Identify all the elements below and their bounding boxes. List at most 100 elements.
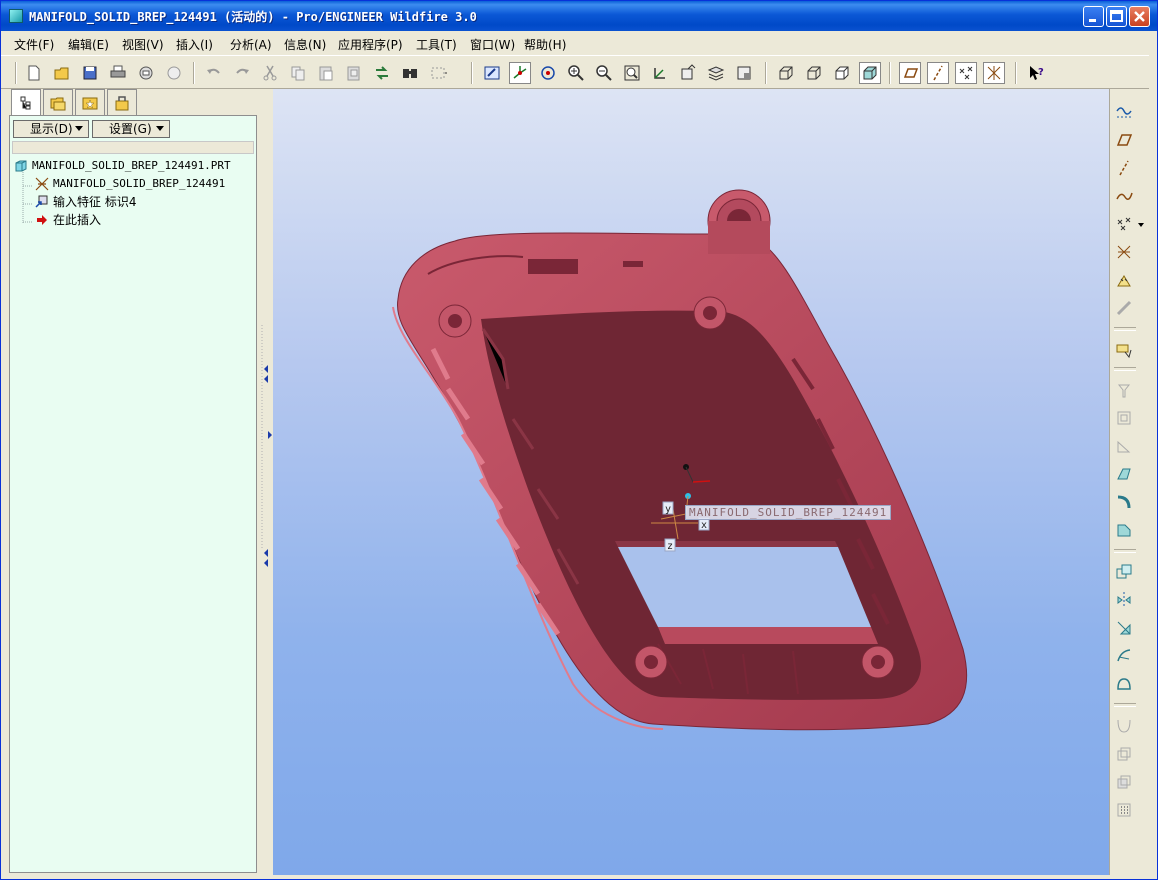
new-icon[interactable]: [23, 62, 45, 84]
merge-icon[interactable]: [1113, 617, 1135, 639]
part-icon: [15, 160, 27, 172]
tree-item-label: 输入特征 标识4: [53, 195, 137, 209]
orient-mode-icon[interactable]: [537, 62, 559, 84]
hole-icon[interactable]: [1113, 379, 1135, 401]
datum-chain-icon[interactable]: [1113, 297, 1135, 319]
open-icon[interactable]: [51, 62, 73, 84]
datum-plane-icon[interactable]: [1113, 129, 1135, 151]
main-toolbar: ?: [1, 55, 1157, 89]
menu-edit[interactable]: 编辑(E): [68, 36, 109, 53]
context-help-icon[interactable]: ?: [1025, 62, 1047, 84]
menu-window[interactable]: 窗口(W): [470, 36, 515, 53]
connections-tab[interactable]: [107, 89, 137, 115]
minimize-button[interactable]: [1083, 6, 1104, 27]
close-button[interactable]: [1129, 6, 1150, 27]
thicken-icon[interactable]: [1113, 743, 1135, 765]
tree-item-import-feature[interactable]: 输入特征 标识4: [35, 194, 137, 210]
save-icon[interactable]: [79, 62, 101, 84]
maximize-button[interactable]: [1106, 6, 1127, 27]
menu-help[interactable]: 帮助(H): [524, 36, 566, 53]
folder-browser-tab[interactable]: [43, 89, 73, 115]
extend-icon[interactable]: [1113, 673, 1135, 695]
coordinate-systems-icon[interactable]: [983, 62, 1005, 84]
settings-dropdown-label: 设置(G): [109, 122, 152, 136]
zoom-in-icon[interactable]: [565, 62, 587, 84]
datum-axis-icon[interactable]: [1113, 157, 1135, 179]
menu-file[interactable]: 文件(F): [14, 36, 54, 53]
refit-icon[interactable]: [621, 62, 643, 84]
analysis-feature-icon[interactable]: [1113, 269, 1135, 291]
chevron-down-icon: [75, 126, 83, 131]
settings-dropdown[interactable]: 设置(G): [92, 120, 170, 138]
housing-part: [392, 189, 968, 731]
paste-icon[interactable]: [315, 62, 337, 84]
offset-icon[interactable]: [1113, 715, 1135, 737]
trim-icon[interactable]: [1113, 645, 1135, 667]
pattern-icon[interactable]: [1113, 799, 1135, 821]
datum-csys-icon[interactable]: [1113, 241, 1135, 263]
minimize-icon: [1089, 19, 1096, 22]
graphics-viewport[interactable]: y x z MANIFOLD_SOLID_BREP_124491: [273, 89, 1109, 875]
chamfer-icon[interactable]: [1113, 519, 1135, 541]
chevron-down-icon[interactable]: [1137, 221, 1145, 229]
tree-item-label: 在此插入: [53, 213, 102, 227]
cut-icon[interactable]: [259, 62, 281, 84]
datum-planes-icon[interactable]: [899, 62, 921, 84]
favorites-tab[interactable]: [75, 89, 105, 115]
datum-axes-icon[interactable]: [927, 62, 949, 84]
toolbar-separator: [193, 62, 195, 84]
menu-tools[interactable]: 工具(T): [416, 36, 457, 53]
print-icon[interactable]: [107, 62, 129, 84]
datum-point-icon[interactable]: [1113, 213, 1135, 235]
shading-icon[interactable]: [859, 62, 881, 84]
select-box-icon[interactable]: [427, 62, 449, 84]
application-window: MANIFOLD_SOLID_BREP_124491 (活动的) - Pro/E…: [0, 0, 1158, 880]
paste-special-icon[interactable]: [343, 62, 365, 84]
menu-analysis[interactable]: 分析(A): [230, 36, 272, 53]
wireframe-icon[interactable]: [775, 62, 797, 84]
svg-text:?: ?: [1038, 67, 1044, 78]
repaint-icon[interactable]: [481, 62, 503, 84]
datum-points-icon[interactable]: [955, 62, 977, 84]
regenerate-icon[interactable]: [371, 62, 393, 84]
spin-center-icon[interactable]: [509, 62, 531, 84]
toolbar-separator: [889, 62, 891, 84]
redo-icon[interactable]: [231, 62, 253, 84]
window-right-edge: [1149, 31, 1157, 879]
reorient-icon[interactable]: [649, 62, 671, 84]
model-tree-tab[interactable]: [11, 89, 41, 116]
shell-icon[interactable]: [1113, 407, 1135, 429]
find-icon[interactable]: [399, 62, 421, 84]
zoom-out-icon[interactable]: [593, 62, 615, 84]
datum-curve-icon[interactable]: [1113, 185, 1135, 207]
menu-insert[interactable]: 插入(I): [176, 36, 213, 53]
undo-icon[interactable]: [203, 62, 225, 84]
view-manager-icon[interactable]: [733, 62, 755, 84]
menu-info[interactable]: 信息(N): [284, 36, 326, 53]
toolbar-separator: [1114, 703, 1136, 707]
panel-sash[interactable]: [259, 89, 273, 875]
tree-item-insert-here[interactable]: 在此插入: [37, 212, 102, 228]
annotation-icon[interactable]: [1113, 339, 1135, 361]
layers-icon[interactable]: [705, 62, 727, 84]
draft-icon[interactable]: [1113, 463, 1135, 485]
menu-view[interactable]: 视图(V): [122, 36, 164, 53]
copy-icon[interactable]: [1113, 561, 1135, 583]
tree-item-label: MANIFOLD_SOLID_BREP_124491.PRT: [32, 159, 231, 172]
send-link-icon[interactable]: [163, 62, 185, 84]
copy-icon[interactable]: [287, 62, 309, 84]
no-hidden-icon[interactable]: [831, 62, 853, 84]
menu-applications[interactable]: 应用程序(P): [338, 36, 403, 53]
sketched-curve-icon[interactable]: [1113, 101, 1135, 123]
sash-arrows-icon: [261, 325, 272, 567]
tree-item-csys[interactable]: MANIFOLD_SOLID_BREP_124491: [35, 176, 225, 192]
round-icon[interactable]: [1113, 491, 1135, 513]
solidify-icon[interactable]: [1113, 771, 1135, 793]
tree-item-part[interactable]: MANIFOLD_SOLID_BREP_124491.PRT: [15, 158, 231, 174]
hidden-line-icon[interactable]: [803, 62, 825, 84]
mirror-icon[interactable]: [1113, 589, 1135, 611]
saved-views-icon[interactable]: [677, 62, 699, 84]
send-mail-icon[interactable]: [135, 62, 157, 84]
title-bar[interactable]: MANIFOLD_SOLID_BREP_124491 (活动的) - Pro/E…: [1, 1, 1157, 31]
rib-icon[interactable]: [1113, 435, 1135, 457]
